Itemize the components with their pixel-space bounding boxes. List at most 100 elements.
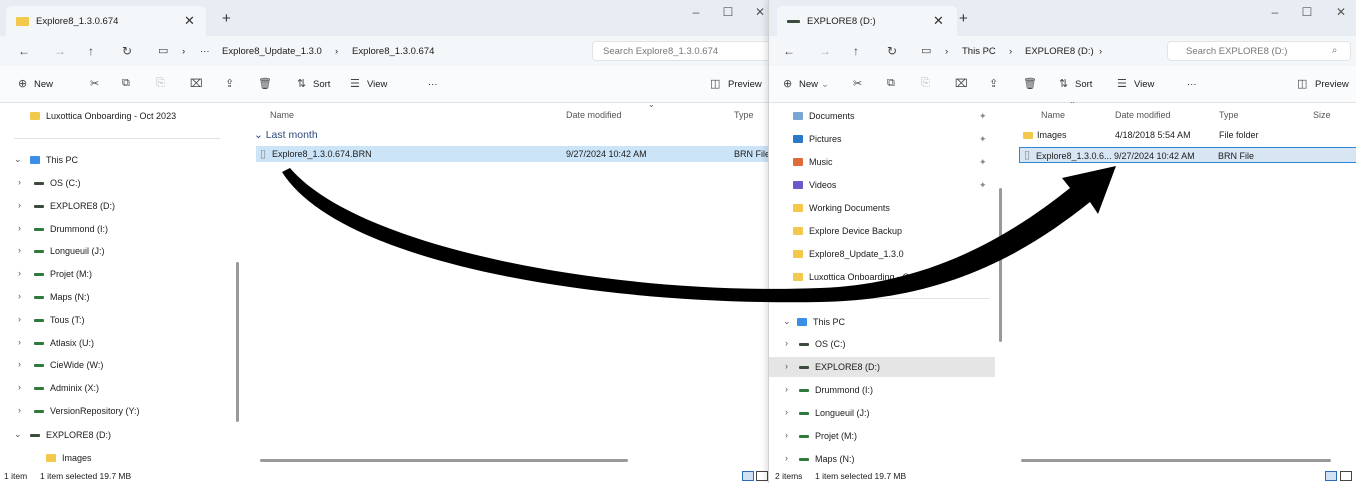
preview-button[interactable]: Preview bbox=[1315, 79, 1349, 90]
pc-icon[interactable]: ▭ bbox=[158, 44, 168, 57]
chevron-right-icon[interactable]: › bbox=[18, 382, 21, 392]
refresh-button[interactable]: ↻ bbox=[122, 44, 132, 58]
column-header-name[interactable]: Name bbox=[270, 110, 294, 120]
nav-item-longueuil-j[interactable]: › Longueuil (J:) bbox=[0, 241, 230, 261]
details-view-button[interactable] bbox=[1325, 471, 1337, 481]
maximize-button[interactable]: ☐ bbox=[718, 5, 738, 19]
preview-icon[interactable]: ◫ bbox=[1297, 77, 1307, 90]
minimize-button[interactable]: – bbox=[1265, 5, 1285, 19]
back-button[interactable]: ← bbox=[783, 44, 795, 58]
pc-icon[interactable]: ▭ bbox=[921, 44, 931, 57]
horizontal-scrollbar[interactable] bbox=[260, 459, 628, 462]
view-icon[interactable]: ☰ bbox=[350, 77, 360, 90]
column-header-date-modified[interactable]: Date modified bbox=[566, 110, 622, 120]
nav-item-drummond-i[interactable]: › Drummond (I:) bbox=[0, 219, 230, 239]
chevron-right-icon[interactable]: › bbox=[785, 338, 788, 348]
nav-item-ciewide-w[interactable]: › CieWide (W:) bbox=[0, 355, 230, 375]
chevron-right-icon[interactable]: › bbox=[785, 407, 788, 417]
search-icon[interactable]: ⌕ bbox=[1332, 45, 1337, 56]
nav-item-images[interactable]: Images bbox=[0, 448, 230, 468]
sort-button[interactable]: Sort bbox=[313, 79, 330, 90]
close-window-button[interactable]: ✕ bbox=[1331, 5, 1351, 19]
chevron-right-icon[interactable]: › bbox=[18, 200, 21, 210]
nav-item-longueuil-j[interactable]: › Longueuil (J:) bbox=[769, 403, 995, 423]
nav-item-working-documents[interactable]: Working Documents bbox=[769, 198, 995, 218]
back-button[interactable]: ← bbox=[18, 44, 30, 58]
nav-item-versionrepository-y[interactable]: › VersionRepository (Y:) bbox=[0, 401, 230, 421]
breadcrumb-this-pc[interactable]: This PC bbox=[962, 46, 996, 57]
new-tab-button[interactable]: + bbox=[959, 10, 968, 27]
view-button[interactable]: View bbox=[367, 79, 387, 90]
paste-icon[interactable]: ⎘ bbox=[156, 77, 165, 90]
pin-icon[interactable]: ✦ bbox=[979, 111, 987, 122]
paste-icon[interactable]: ⎘ bbox=[921, 77, 930, 90]
up-button[interactable]: ↑ bbox=[853, 44, 859, 58]
delete-icon[interactable]: 🗑 bbox=[1023, 77, 1037, 90]
nav-item-music[interactable]: Music ✦ bbox=[769, 152, 995, 172]
tiles-view-button[interactable] bbox=[756, 471, 768, 481]
pin-icon[interactable]: ✦ bbox=[979, 180, 987, 191]
chevron-right-icon[interactable]: › bbox=[18, 268, 21, 278]
breadcrumb-explore8-drive[interactable]: EXPLORE8 (D:) bbox=[1025, 46, 1094, 57]
nav-item-explore8-expanded[interactable]: ⌄ EXPLORE8 (D:) bbox=[0, 425, 230, 445]
chevron-right-icon[interactable]: › bbox=[18, 223, 21, 233]
pin-icon[interactable]: ✦ bbox=[979, 157, 987, 168]
nav-item-projet-m[interactable]: › Projet (M:) bbox=[769, 426, 995, 446]
rename-icon[interactable]: ⌧ bbox=[955, 77, 968, 90]
view-button[interactable]: View bbox=[1134, 79, 1154, 90]
nav-item-explore-device-backup[interactable]: Explore Device Backup bbox=[769, 221, 995, 241]
share-icon[interactable]: ⇪ bbox=[225, 77, 234, 90]
new-icon[interactable]: ⊕ bbox=[783, 77, 792, 90]
nav-item-adminix-x[interactable]: › Adminix (X:) bbox=[0, 378, 230, 398]
chevron-right-icon[interactable]: › bbox=[18, 359, 21, 369]
more-options-button[interactable]: ··· bbox=[428, 79, 438, 90]
preview-button[interactable]: Preview bbox=[728, 79, 762, 90]
nav-item-luxottica-onboarding[interactable]: Luxottica Onboarding - Oct 2023 bbox=[0, 106, 230, 126]
chevron-right-icon[interactable]: › bbox=[18, 245, 21, 255]
nav-scrollbar[interactable] bbox=[236, 262, 239, 422]
column-header-date-modified[interactable]: Date modified bbox=[1115, 110, 1171, 120]
nav-item-pictures[interactable]: Pictures ✦ bbox=[769, 129, 995, 149]
rename-icon[interactable]: ⌧ bbox=[190, 77, 203, 90]
nav-scrollbar[interactable] bbox=[999, 188, 1002, 342]
new-dropdown-chevron-icon[interactable]: ⌄ bbox=[821, 79, 829, 90]
chevron-right-icon[interactable]: › bbox=[18, 177, 21, 187]
chevron-down-icon[interactable]: ⌄ bbox=[14, 429, 22, 440]
sort-icon[interactable]: ⇅ bbox=[1059, 77, 1068, 90]
close-tab-icon[interactable]: ✕ bbox=[184, 13, 195, 29]
nav-item-explore8-d[interactable]: › EXPLORE8 (D:) bbox=[769, 357, 995, 377]
chevron-right-icon[interactable]: › bbox=[18, 314, 21, 324]
breadcrumb-explore8-update[interactable]: Explore8_Update_1.3.0 bbox=[222, 46, 322, 57]
column-header-type[interactable]: Type bbox=[1219, 110, 1239, 120]
preview-icon[interactable]: ◫ bbox=[710, 77, 720, 90]
refresh-button[interactable]: ↻ bbox=[887, 44, 897, 58]
file-row-brn[interactable]: ▯ Explore8_1.3.0.6... 9/27/2024 10:42 AM… bbox=[1019, 147, 1356, 163]
chevron-right-icon[interactable]: › bbox=[785, 430, 788, 440]
view-icon[interactable]: ☰ bbox=[1117, 77, 1127, 90]
tiles-view-button[interactable] bbox=[1340, 471, 1352, 481]
tab-explore8-folder[interactable]: Explore8_1.3.0.674 ✕ bbox=[6, 6, 206, 36]
search-input[interactable]: Search Explore8_1.3.0.674 bbox=[592, 41, 768, 61]
column-header-name[interactable]: Name bbox=[1041, 110, 1065, 120]
delete-icon[interactable]: 🗑 bbox=[258, 77, 272, 90]
nav-item-drummond-i[interactable]: › Drummond (I:) bbox=[769, 380, 995, 400]
nav-item-this-pc[interactable]: ⌄ This PC bbox=[769, 312, 995, 332]
forward-button[interactable]: → bbox=[819, 44, 831, 58]
chevron-right-icon[interactable]: › bbox=[18, 337, 21, 347]
share-icon[interactable]: ⇪ bbox=[989, 77, 998, 90]
breadcrumb-current-folder[interactable]: Explore8_1.3.0.674 bbox=[352, 46, 434, 57]
close-window-button[interactable]: ✕ bbox=[750, 5, 768, 19]
nav-item-documents[interactable]: Documents ✦ bbox=[769, 106, 995, 126]
new-icon[interactable]: ⊕ bbox=[18, 77, 27, 90]
close-tab-icon[interactable]: ✕ bbox=[933, 13, 944, 29]
cut-icon[interactable]: ✂ bbox=[853, 77, 862, 90]
group-header-last-month[interactable]: ⌄ Last month bbox=[254, 129, 318, 141]
nav-item-maps-n[interactable]: › Maps (N:) bbox=[0, 287, 230, 307]
new-button[interactable]: New bbox=[799, 79, 818, 90]
nav-item-projet-m[interactable]: › Projet (M:) bbox=[0, 264, 230, 284]
nav-item-tous-t[interactable]: › Tous (T:) bbox=[0, 310, 230, 330]
nav-item-videos[interactable]: Videos ✦ bbox=[769, 175, 995, 195]
tab-explore8-drive[interactable]: EXPLORE8 (D:) ✕ bbox=[777, 6, 957, 36]
file-row-brn[interactable]: ▯ Explore8_1.3.0.674.BRN 9/27/2024 10:42… bbox=[256, 146, 768, 162]
chevron-right-icon[interactable]: › bbox=[785, 453, 788, 463]
